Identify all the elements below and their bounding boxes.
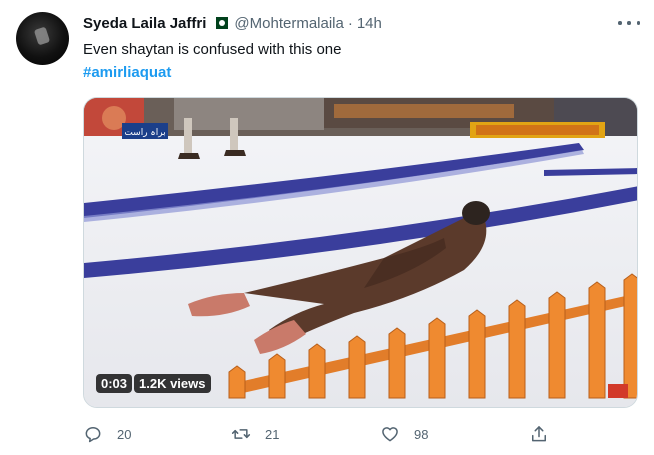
video-player[interactable]: براہ راست 0:03 1.2K views <box>83 97 638 408</box>
video-frame: براہ راست <box>84 98 637 407</box>
reply-button[interactable]: 20 <box>83 422 131 446</box>
hashtag-link[interactable]: #amirliaquat <box>83 63 171 83</box>
tweet-header: Syeda Laila Jaffri @Mohtermalaila · 14h <box>83 12 382 34</box>
pakistan-flag-icon <box>212 17 229 29</box>
retweet-count: 21 <box>265 426 280 442</box>
channel-tag: براہ راست <box>124 128 165 138</box>
avatar[interactable] <box>16 12 69 65</box>
reply-icon <box>85 427 101 443</box>
retweet-button[interactable]: 21 <box>231 422 279 446</box>
separator-dot: · <box>347 14 353 32</box>
retweet-icon <box>231 429 251 439</box>
more-icon[interactable] <box>618 14 640 32</box>
tweet-actions: 20 21 98 <box>83 422 638 446</box>
reply-count: 20 <box>117 426 132 442</box>
like-button[interactable]: 98 <box>380 422 428 446</box>
heart-icon <box>382 427 398 442</box>
author-name[interactable]: Syeda Laila Jaffri <box>83 15 206 32</box>
like-count: 98 <box>414 426 429 442</box>
tweet-text: Even shaytan is confused with this one <box>83 41 342 58</box>
tweet-timestamp[interactable]: 14h <box>357 15 382 32</box>
author-handle[interactable]: @Mohtermalaila <box>234 15 343 32</box>
video-views: 1.2K views <box>134 374 211 393</box>
video-duration: 0:03 <box>96 374 133 393</box>
share-icon <box>532 426 546 442</box>
share-button[interactable] <box>529 422 549 446</box>
tweet[interactable]: Syeda Laila Jaffri @Mohtermalaila · 14h … <box>0 0 654 455</box>
